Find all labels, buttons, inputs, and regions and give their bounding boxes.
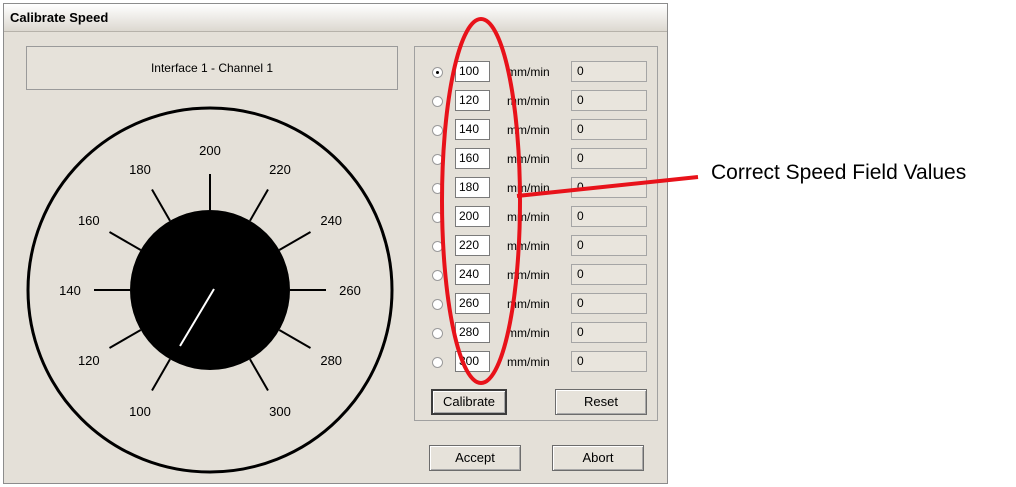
speed-row: 180 mm/min 0 (415, 176, 657, 201)
unit-label: mm/min (507, 152, 550, 166)
dial-tick-label: 140 (59, 283, 81, 298)
measured-value-field: 0 (571, 264, 647, 285)
speed-field[interactable]: 260 (455, 293, 490, 314)
unit-label: mm/min (507, 181, 550, 195)
calibrate-button[interactable]: Calibrate (431, 389, 507, 415)
dial-hub (130, 210, 290, 370)
speed-radio[interactable] (432, 299, 443, 310)
speed-field[interactable]: 200 (455, 206, 490, 227)
speed-row: 200 mm/min 0 (415, 205, 657, 230)
speed-row: 300 mm/min 0 (415, 350, 657, 375)
speed-field[interactable]: 140 (455, 119, 490, 140)
dial-tick-label: 200 (199, 143, 221, 158)
dial-tick (278, 231, 311, 251)
unit-label: mm/min (507, 94, 550, 108)
speed-field[interactable]: 100 (455, 61, 490, 82)
unit-label: mm/min (507, 65, 550, 79)
speed-field[interactable]: 180 (455, 177, 490, 198)
speed-radio[interactable] (432, 154, 443, 165)
speed-field[interactable]: 220 (455, 235, 490, 256)
dial-tick (249, 358, 269, 391)
measured-value-field: 0 (571, 148, 647, 169)
dial-tick (109, 231, 142, 251)
callout-label: Correct Speed Field Values (711, 161, 967, 184)
accept-button[interactable]: Accept (429, 445, 521, 471)
speed-row: 120 mm/min 0 (415, 89, 657, 114)
measured-value-field: 0 (571, 235, 647, 256)
dial-tick (278, 329, 311, 349)
speed-radio[interactable] (432, 96, 443, 107)
dial-tick-label: 100 (129, 404, 151, 419)
speed-radio[interactable] (432, 183, 443, 194)
measured-value-field: 0 (571, 351, 647, 372)
abort-button[interactable]: Abort (552, 445, 644, 471)
unit-label: mm/min (507, 123, 550, 137)
speed-radio[interactable] (432, 67, 443, 78)
speed-field[interactable]: 160 (455, 148, 490, 169)
dial-tick-label: 220 (269, 162, 291, 177)
dial-tick (151, 189, 171, 222)
measured-value-field: 0 (571, 119, 647, 140)
speed-field[interactable]: 300 (455, 351, 490, 372)
unit-label: mm/min (507, 326, 550, 340)
unit-label: mm/min (507, 239, 550, 253)
dial-tick-label: 280 (320, 353, 342, 368)
speed-field[interactable]: 120 (455, 90, 490, 111)
dial-tick-label: 300 (269, 404, 291, 419)
measured-value-field: 0 (571, 90, 647, 111)
unit-label: mm/min (507, 355, 550, 369)
measured-value-field: 0 (571, 322, 647, 343)
measured-value-field: 0 (571, 61, 647, 82)
speed-radio[interactable] (432, 270, 443, 281)
dial-tick-label: 240 (320, 213, 342, 228)
speed-radio[interactable] (432, 241, 443, 252)
speed-radio[interactable] (432, 212, 443, 223)
measured-value-field: 0 (571, 177, 647, 198)
speed-field[interactable]: 280 (455, 322, 490, 343)
speed-row: 240 mm/min 0 (415, 263, 657, 288)
dial-tick-label: 120 (78, 353, 100, 368)
speed-row: 160 mm/min 0 (415, 147, 657, 172)
dial-tick-label: 180 (129, 162, 151, 177)
dial-tick-label: 160 (78, 213, 100, 228)
measured-value-field: 0 (571, 293, 647, 314)
speed-field[interactable]: 240 (455, 264, 490, 285)
measured-value-field: 0 (571, 206, 647, 227)
unit-label: mm/min (507, 210, 550, 224)
unit-label: mm/min (507, 297, 550, 311)
dial-tick (249, 189, 269, 222)
dial-tick (109, 329, 142, 349)
speed-row: 100 mm/min 0 (415, 60, 657, 85)
dial-tick-label: 260 (339, 283, 361, 298)
speed-radio[interactable] (432, 328, 443, 339)
calibrate-speed-window: Calibrate Speed Interface 1 - Channel 1 … (3, 3, 668, 484)
speed-row: 140 mm/min 0 (415, 118, 657, 143)
unit-label: mm/min (507, 268, 550, 282)
speed-radio[interactable] (432, 125, 443, 136)
speed-row: 260 mm/min 0 (415, 292, 657, 317)
speed-row: 220 mm/min 0 (415, 234, 657, 259)
speed-calibration-panel: 100 mm/min 0 120 mm/min 0 140 mm/min 0 160 mm/min 0… (414, 46, 658, 421)
speed-radio[interactable] (432, 357, 443, 368)
dial-tick (151, 358, 171, 391)
reset-button[interactable]: Reset (555, 389, 647, 415)
speed-row: 280 mm/min 0 (415, 321, 657, 346)
